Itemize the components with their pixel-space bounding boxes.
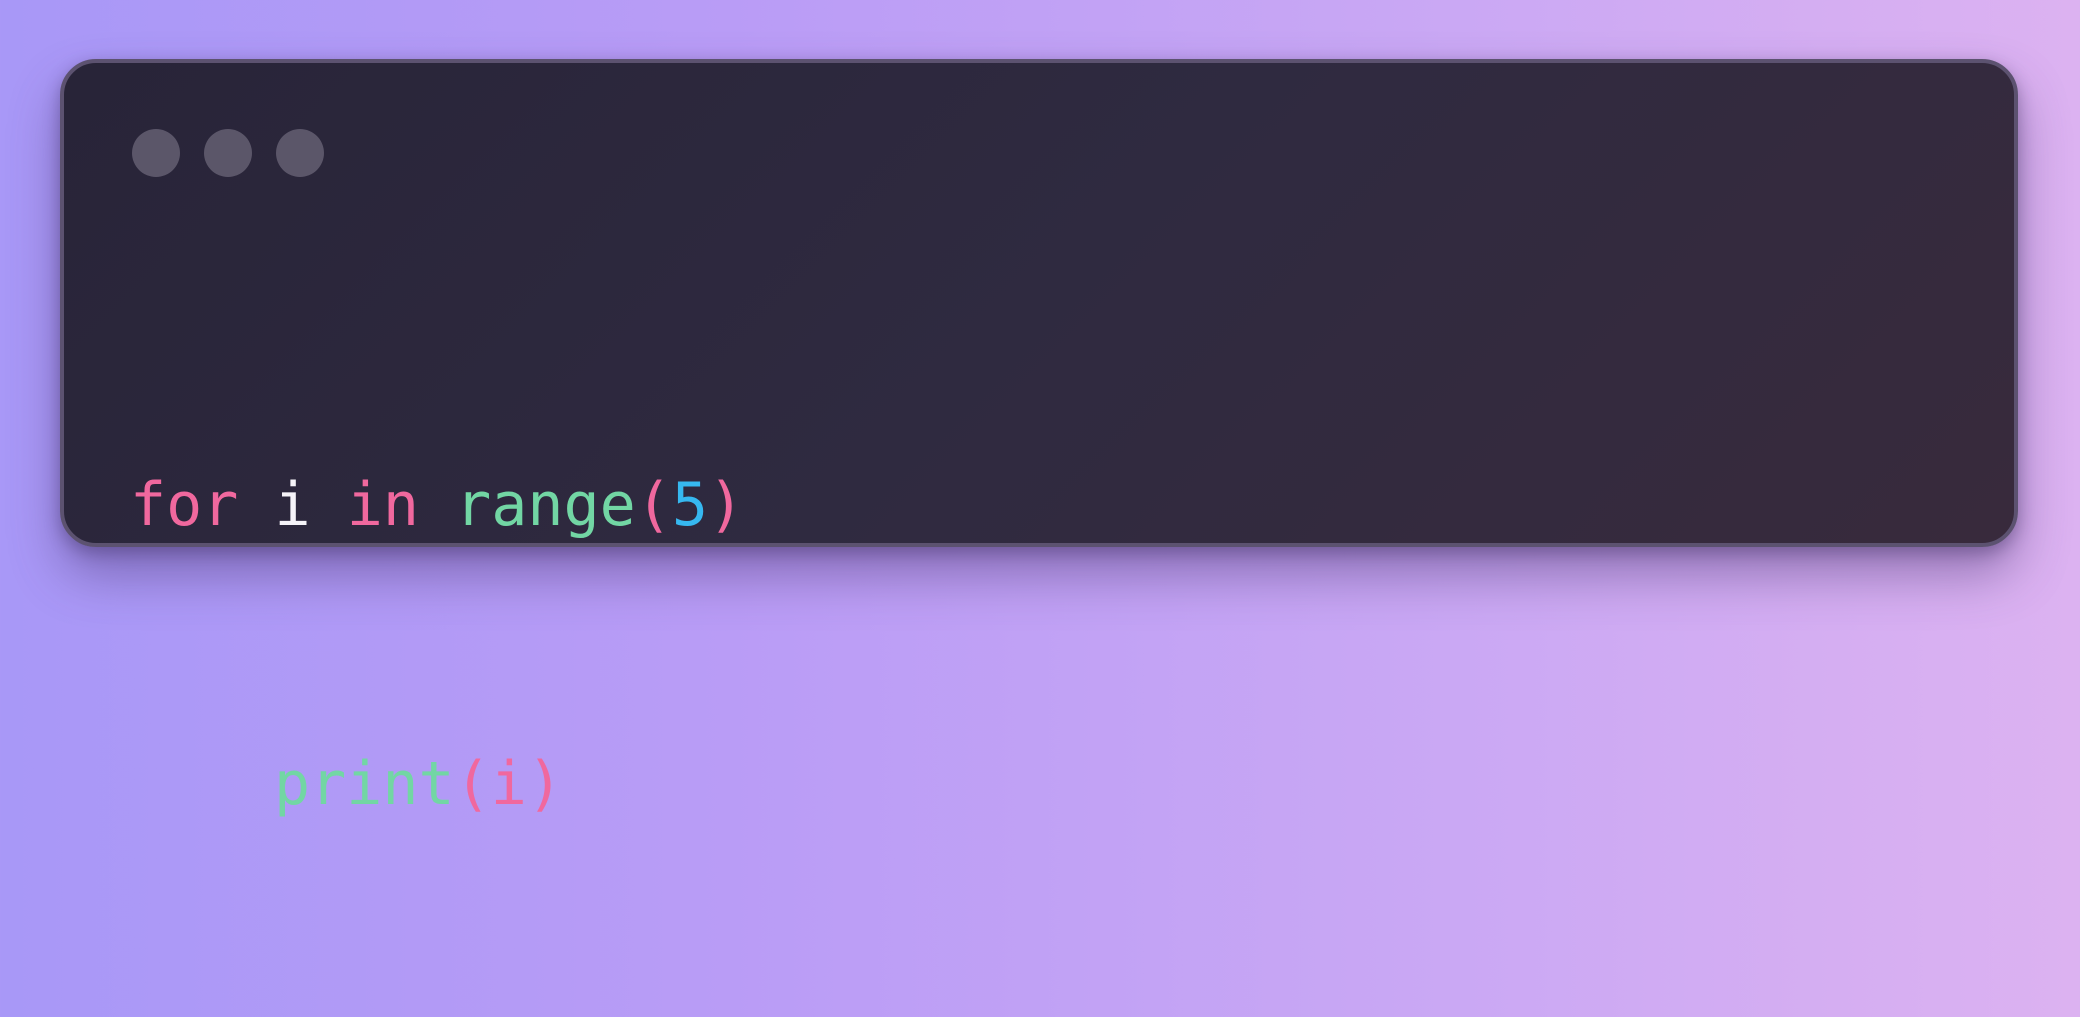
window-dot-icon[interactable] (276, 129, 324, 177)
number-literal: 5 (671, 470, 708, 540)
keyword-in: in (346, 470, 419, 540)
window-dot-icon[interactable] (132, 129, 180, 177)
close-paren: ) (526, 749, 563, 819)
function-print: print (274, 749, 455, 819)
keyword-for: for (130, 470, 239, 540)
code-line-2: print(i) (130, 738, 744, 831)
variable-i: i (274, 470, 311, 540)
code-block: for i in range(5) print(i) (130, 273, 744, 1017)
open-paren: ( (454, 749, 491, 819)
argument-i: i (490, 749, 527, 819)
close-paren: ) (708, 470, 745, 540)
code-line-1: for i in range(5) (130, 459, 744, 552)
open-paren: ( (635, 470, 672, 540)
window-dot-icon[interactable] (204, 129, 252, 177)
window-controls (132, 129, 324, 177)
code-window: for i in range(5) print(i) (60, 59, 2018, 819)
function-range: range (455, 470, 636, 540)
